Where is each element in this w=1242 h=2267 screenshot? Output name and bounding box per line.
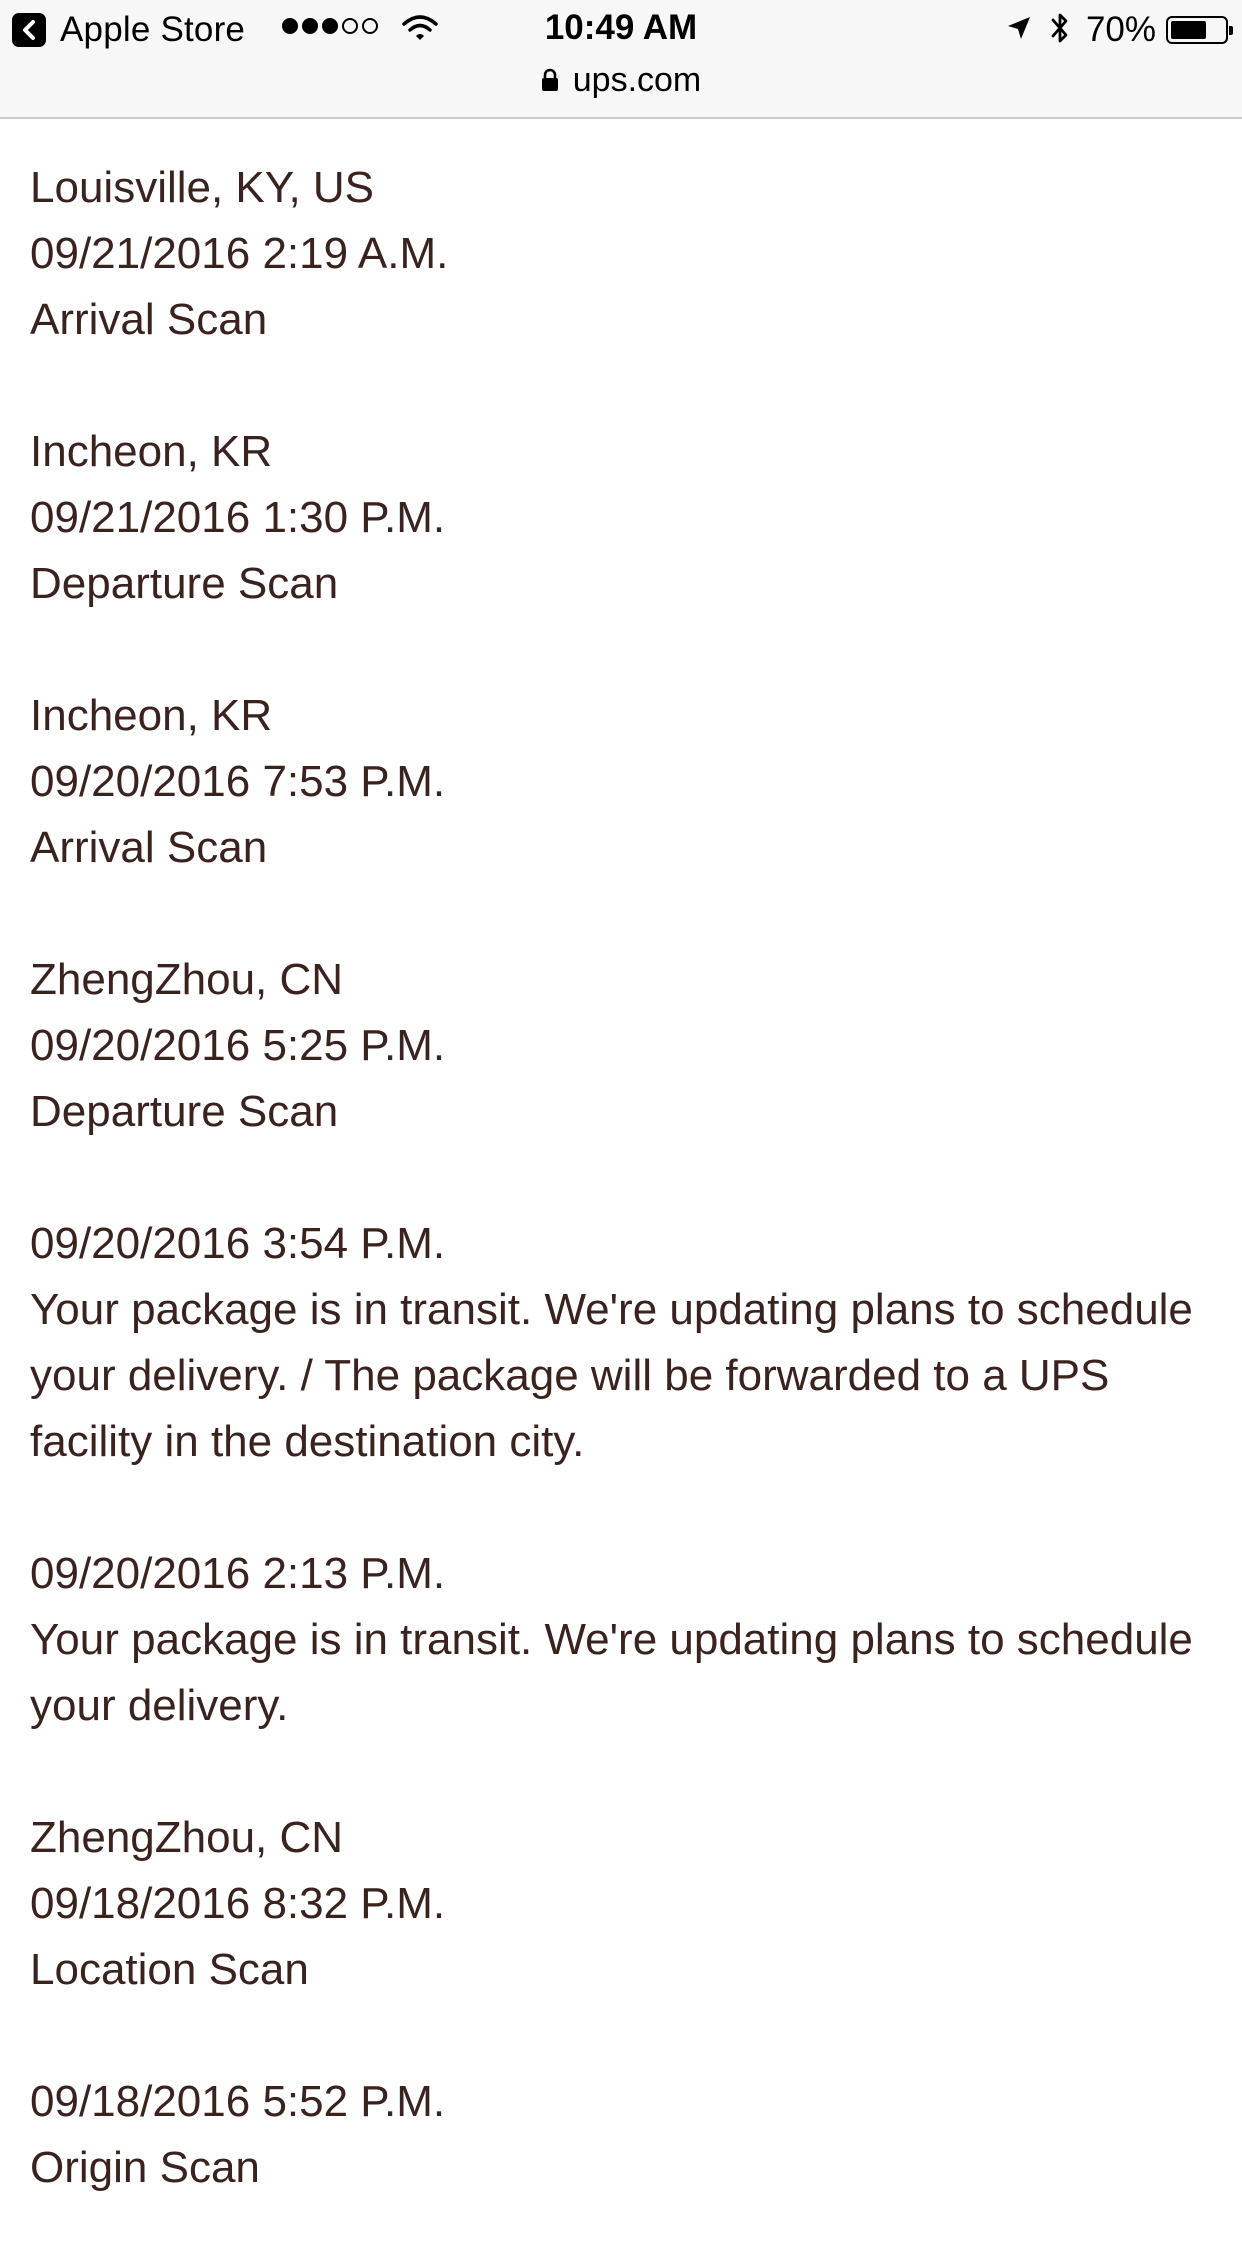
- tracking-event: 09/20/2016 2:13 P.M. Your package is in t…: [30, 1541, 1210, 1739]
- battery-level-fill: [1171, 21, 1206, 39]
- url-domain: ups.com: [572, 60, 702, 99]
- tracking-event: 09/20/2016 3:54 P.M. Your package is in t…: [30, 1211, 1210, 1475]
- lock-icon: [541, 68, 559, 92]
- event-activity: Departure Scan: [30, 559, 339, 608]
- event-activity: Origin Scan: [30, 2143, 260, 2192]
- event-activity: Arrival Scan: [30, 823, 268, 872]
- status-right-group: 70%: [1006, 10, 1233, 50]
- tracking-event: Louisville, KY, US 09/21/2016 2:19 A.M. Ar…: [30, 155, 1210, 353]
- event-location: Incheon, KR: [30, 691, 273, 740]
- event-location: Incheon, KR: [30, 427, 273, 476]
- address-bar[interactable]: ups.com: [0, 58, 1242, 102]
- tracking-event: 09/18/2016 5:52 P.M. Origin Scan: [30, 2069, 1210, 2201]
- tracking-history-list: Louisville, KY, US 09/21/2016 2:19 A.M. Ar…: [30, 155, 1210, 2267]
- event-location: Louisville, KY, US: [30, 163, 375, 212]
- tracking-event: ZhengZhou, CN 09/20/2016 5:25 P.M. Departu…: [30, 947, 1210, 1145]
- battery-icon: [1166, 16, 1233, 44]
- browser-top-bar: Apple Store 10:49 AM 70% ups.com: [0, 0, 1242, 119]
- battery-nub: [1229, 26, 1233, 35]
- event-datetime: 09/20/2016 2:13 P.M.: [30, 1549, 446, 1598]
- event-activity: Your package is in transit. We're updati…: [30, 1615, 1193, 1730]
- event-activity: Departure Scan: [30, 1087, 339, 1136]
- event-activity: Your package is in transit. We're updati…: [30, 1285, 1193, 1466]
- location-arrow-icon: [1006, 15, 1032, 46]
- battery-percent: 70%: [1085, 10, 1156, 49]
- event-datetime: 09/20/2016 7:53 P.M.: [30, 757, 446, 806]
- event-datetime: 09/21/2016 2:19 A.M.: [30, 229, 449, 278]
- event-activity: Location Scan: [30, 1945, 309, 1994]
- tracking-event: Incheon, KR 09/21/2016 1:30 P.M. Departure…: [30, 419, 1210, 617]
- event-datetime: 09/18/2016 8:32 P.M.: [30, 1879, 446, 1928]
- event-location: ZhengZhou, CN: [30, 1813, 344, 1862]
- status-bar: Apple Store 10:49 AM 70%: [0, 0, 1242, 60]
- tracking-event: Incheon, KR 09/20/2016 7:53 P.M. Arrival S…: [30, 683, 1210, 881]
- event-location: ZhengZhou, CN: [30, 955, 344, 1004]
- tracking-event: ZhengZhou, CN 09/18/2016 8:32 P.M. Locatio…: [30, 1805, 1210, 2003]
- event-datetime: 09/20/2016 3:54 P.M.: [30, 1219, 446, 1268]
- bluetooth-icon: [1050, 11, 1070, 50]
- event-activity: Arrival Scan: [30, 295, 268, 344]
- event-datetime: 09/21/2016 1:30 P.M.: [30, 493, 446, 542]
- event-datetime: 09/20/2016 5:25 P.M.: [30, 1021, 446, 1070]
- event-datetime: 09/18/2016 5:52 P.M.: [30, 2077, 446, 2126]
